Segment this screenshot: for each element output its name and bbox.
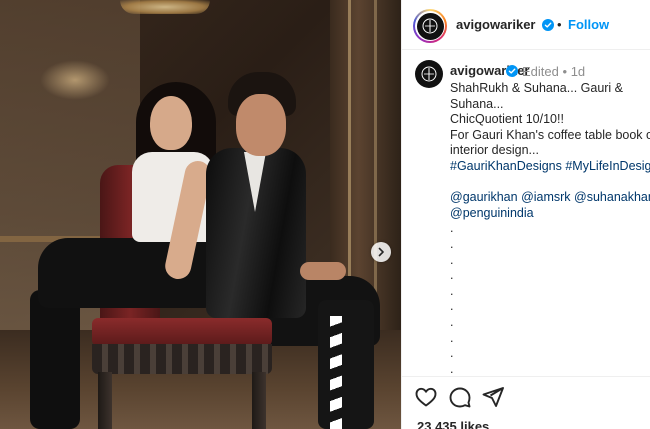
photo-chandelier xyxy=(120,0,210,14)
meta-separator: • xyxy=(562,64,568,79)
post-age[interactable]: 1d xyxy=(571,64,585,79)
man-leg xyxy=(318,300,374,429)
caption-line: ShahRukh & Suhana... Gauri & xyxy=(450,81,624,95)
caption-tag-line[interactable]: @gaurikhan @iamsrk @suhanakhan2 xyxy=(450,190,650,206)
caption-line: For Gauri Khan's coffee table book on xyxy=(450,127,650,142)
chair-base xyxy=(92,344,272,374)
caption-line: . xyxy=(450,330,454,345)
chevron-right-icon xyxy=(378,247,384,257)
post-photo[interactable] xyxy=(0,0,401,429)
caption-text: ShahRukh & Suhana... Gauri & Suhana... Chi… xyxy=(450,81,650,377)
caption-line: . xyxy=(450,236,454,251)
caption-line: . xyxy=(450,252,454,267)
profile-avatar[interactable] xyxy=(413,9,447,43)
caption-line: . xyxy=(450,299,454,314)
man-pants-stripe xyxy=(330,316,342,429)
chair-seat xyxy=(92,318,272,346)
caption-line: . xyxy=(450,221,454,236)
caption-line: . xyxy=(450,268,454,283)
likes-count[interactable]: 23,435 likes xyxy=(417,419,489,429)
heart-icon[interactable] xyxy=(414,385,438,409)
follow-button[interactable]: Follow xyxy=(568,17,609,32)
photo-light-glow xyxy=(40,60,110,100)
chair-leg xyxy=(252,372,266,429)
profile-logo xyxy=(416,12,444,40)
man-face xyxy=(236,94,286,156)
caption-line: . xyxy=(450,283,454,298)
logo-emblem-icon xyxy=(421,66,437,82)
chair-leg xyxy=(98,372,112,429)
share-icon[interactable] xyxy=(481,385,505,409)
post-side-panel: avigowariker • Follow avigowariker Edite… xyxy=(401,0,650,429)
comment-icon[interactable] xyxy=(448,385,472,409)
caption-line: ChicQuotient 10/10!! xyxy=(450,112,564,127)
action-bar xyxy=(402,376,650,416)
verified-badge-icon xyxy=(506,65,518,77)
verified-badge-icon xyxy=(542,19,554,31)
caption-line: Suhana... xyxy=(450,96,504,111)
post-header: avigowariker • Follow xyxy=(402,0,650,50)
caption-tag-line[interactable]: #GauriKhanDesigns #MyLifeInDesign xyxy=(450,159,650,175)
logo-emblem-icon xyxy=(422,18,438,34)
caption-line: . xyxy=(450,361,454,376)
header-username[interactable]: avigowariker xyxy=(456,17,536,32)
caption-tag-line[interactable]: @penguinindia xyxy=(450,206,650,222)
caption-avatar[interactable] xyxy=(415,60,443,88)
caption-line: . xyxy=(450,314,454,329)
caption-line: . xyxy=(450,346,454,361)
caption-line: interior design... xyxy=(450,143,539,158)
man-hand xyxy=(300,262,346,280)
edited-label: Edited xyxy=(522,64,559,79)
woman-face xyxy=(150,96,192,150)
caption-meta: Edited • 1d xyxy=(522,64,585,79)
woman-leg xyxy=(30,290,80,429)
header-separator: • xyxy=(557,17,562,32)
caption-line xyxy=(450,175,650,191)
next-image-button[interactable] xyxy=(371,242,391,262)
